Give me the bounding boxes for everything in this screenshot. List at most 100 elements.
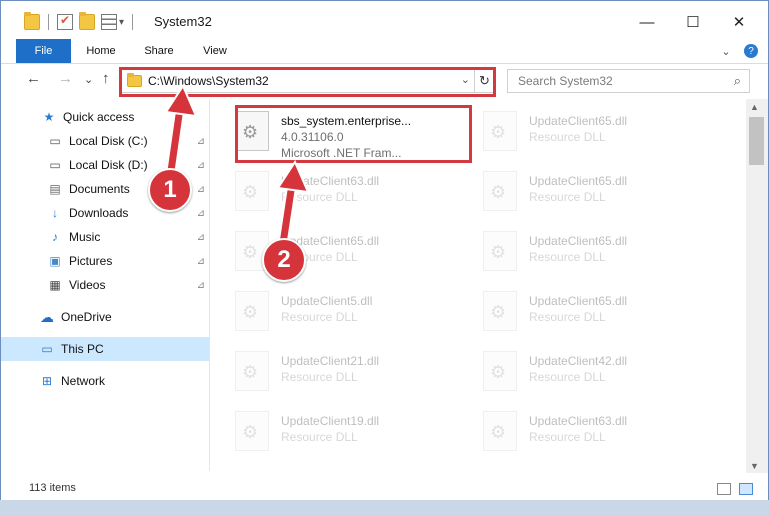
- sidebar-item-quick-access[interactable]: ★ Quick access: [1, 105, 209, 129]
- dll-file-icon: [483, 351, 517, 391]
- help-icon[interactable]: ?: [744, 44, 758, 58]
- vertical-scrollbar[interactable]: ▲ ▼: [746, 99, 768, 473]
- file-tile[interactable]: UpdateClient42.dll Resource DLL: [461, 345, 701, 403]
- music-icon: ♪: [52, 230, 58, 244]
- toolbar-divider: [132, 14, 134, 30]
- new-folder-icon[interactable]: [79, 12, 95, 30]
- sidebar-item-label: Network: [61, 374, 106, 388]
- pin-icon[interactable]: ⊿: [197, 160, 205, 171]
- file-type: Resource DLL: [529, 250, 606, 264]
- file-tile[interactable]: UpdateClient63.dll Resource DLL: [461, 405, 701, 463]
- sidebar-item-pictures[interactable]: ▣ Pictures ⊿: [1, 249, 209, 273]
- file-tile[interactable]: UpdateClient63.dll Resource DLL: [213, 165, 453, 223]
- ribbon-tabs: File Home Share View ⌄ ?: [1, 39, 768, 63]
- file-tile[interactable]: UpdateClient65.dll Resource DLL: [461, 165, 701, 223]
- download-icon: ↓: [52, 206, 58, 220]
- file-tile[interactable]: UpdateClient21.dll Resource DLL: [213, 345, 453, 403]
- file-tile[interactable]: UpdateClient65.dllResource DLL: [213, 225, 453, 283]
- tab-share[interactable]: Share: [135, 39, 183, 63]
- file-name: UpdateClient42.dll: [529, 354, 628, 368]
- file-type: Resource DLL: [281, 370, 358, 384]
- sidebar-item-network[interactable]: ⊞ Network: [1, 369, 209, 393]
- search-icon: ⌕: [733, 73, 741, 88]
- videos-icon: ▦: [49, 278, 61, 292]
- back-button[interactable]: ←: [26, 70, 41, 87]
- tab-home[interactable]: Home: [77, 39, 125, 63]
- scroll-up-icon[interactable]: ▲: [750, 102, 759, 112]
- sidebar-item-this-pc[interactable]: ▭ This PC: [1, 337, 209, 361]
- sidebar-item-local-disk-c[interactable]: ▭ Local Disk (C:) ⊿: [1, 129, 209, 153]
- search-placeholder: Search System32: [518, 74, 613, 88]
- dll-file-icon: [483, 231, 517, 271]
- file-name: UpdateClient65.dll: [529, 294, 628, 308]
- sidebar-item-label: Local Disk (C:): [69, 134, 148, 148]
- pin-icon[interactable]: ⊿: [197, 208, 205, 219]
- details-view-icon[interactable]: [717, 483, 731, 495]
- up-button[interactable]: ↑: [102, 70, 110, 87]
- sidebar-item-label: OneDrive: [61, 310, 112, 324]
- customize-toolbar-icon[interactable]: ▾: [119, 17, 124, 28]
- dll-file-icon: [483, 171, 517, 211]
- file-type: Resource DLL: [529, 430, 606, 444]
- pin-icon[interactable]: ⊿: [197, 256, 205, 267]
- file-name: UpdateClient65.dll: [529, 174, 628, 188]
- file-highlight-box: [235, 105, 472, 163]
- scrollbar-thumb[interactable]: [749, 117, 764, 165]
- sidebar-item-label: Quick access: [63, 110, 135, 124]
- close-button[interactable]: ✕: [716, 7, 762, 37]
- tab-view[interactable]: View: [191, 39, 239, 63]
- drive-icon: ▭: [49, 158, 61, 172]
- pin-icon[interactable]: ⊿: [197, 280, 205, 291]
- forward-button[interactable]: →: [58, 70, 73, 87]
- address-highlight-box: [119, 67, 496, 97]
- dll-file-icon: [483, 291, 517, 331]
- ribbon-expand-icon[interactable]: ⌄: [719, 39, 733, 63]
- tab-file[interactable]: File: [16, 39, 71, 63]
- dll-file-icon: [235, 291, 269, 331]
- dll-file-icon: [235, 411, 269, 451]
- sidebar-item-onedrive[interactable]: ☁ OneDrive: [1, 305, 209, 329]
- file-type: Resource DLL: [281, 310, 358, 324]
- file-type: Resource DLL: [529, 310, 606, 324]
- maximize-button[interactable]: ☐: [670, 7, 716, 37]
- sidebar-item-label: This PC: [61, 342, 104, 356]
- file-tile[interactable]: UpdateClient65.dllResource DLL: [461, 105, 701, 163]
- recent-locations-button[interactable]: ⌄: [84, 73, 93, 86]
- file-name: UpdateClient65.dll: [529, 114, 628, 128]
- explorer-window: ▾ System32 — ☐ ✕ File Home Share View ⌄ …: [0, 0, 769, 515]
- scroll-down-icon[interactable]: ▼: [750, 461, 759, 471]
- sidebar-item-label: Local Disk (D:): [69, 158, 148, 172]
- computer-icon: ▭: [41, 342, 53, 356]
- file-type: Resource DLL: [281, 190, 358, 204]
- pin-icon[interactable]: ⊿: [197, 184, 205, 195]
- list-view-icon[interactable]: [101, 14, 117, 30]
- sidebar-item-label: Pictures: [69, 254, 113, 268]
- file-tile[interactable]: UpdateClient65.dllResource DLL: [461, 225, 701, 283]
- minimize-button[interactable]: —: [624, 7, 670, 37]
- title-bar: ▾ System32 — ☐ ✕: [1, 1, 768, 39]
- sidebar-item-videos[interactable]: ▦ Videos ⊿: [1, 273, 209, 297]
- star-icon: ★: [43, 110, 55, 124]
- pin-icon[interactable]: ⊿: [197, 232, 205, 243]
- step-2-callout: 2: [262, 238, 306, 282]
- tiles-view-icon[interactable]: [739, 483, 753, 495]
- sidebar-item-music[interactable]: ♪ Music ⊿: [1, 225, 209, 249]
- desktop-background: [0, 500, 769, 515]
- search-input[interactable]: Search System32 ⌕: [507, 69, 750, 93]
- file-tile[interactable]: UpdateClient65.dll Resource DLL: [461, 285, 701, 343]
- file-name: UpdateClient5.dll: [281, 294, 373, 308]
- cloud-icon: ☁: [40, 308, 54, 325]
- file-tile[interactable]: UpdateClient5.dll Resource DLL: [213, 285, 453, 343]
- pictures-icon: ▣: [49, 254, 61, 268]
- dll-file-icon: [235, 351, 269, 391]
- sidebar-item-label: Documents: [69, 182, 130, 196]
- file-name: UpdateClient63.dll: [529, 414, 628, 428]
- pin-icon[interactable]: ⊿: [197, 136, 205, 147]
- properties-icon[interactable]: [57, 13, 73, 30]
- file-tile[interactable]: UpdateClient19.dll Resource DLL: [213, 405, 453, 463]
- file-type: Resource DLL: [529, 190, 606, 204]
- dll-file-icon: [483, 111, 517, 151]
- step-1-callout: 1: [148, 168, 192, 212]
- file-name: UpdateClient19.dll: [281, 414, 380, 428]
- documents-icon: ▤: [49, 182, 61, 196]
